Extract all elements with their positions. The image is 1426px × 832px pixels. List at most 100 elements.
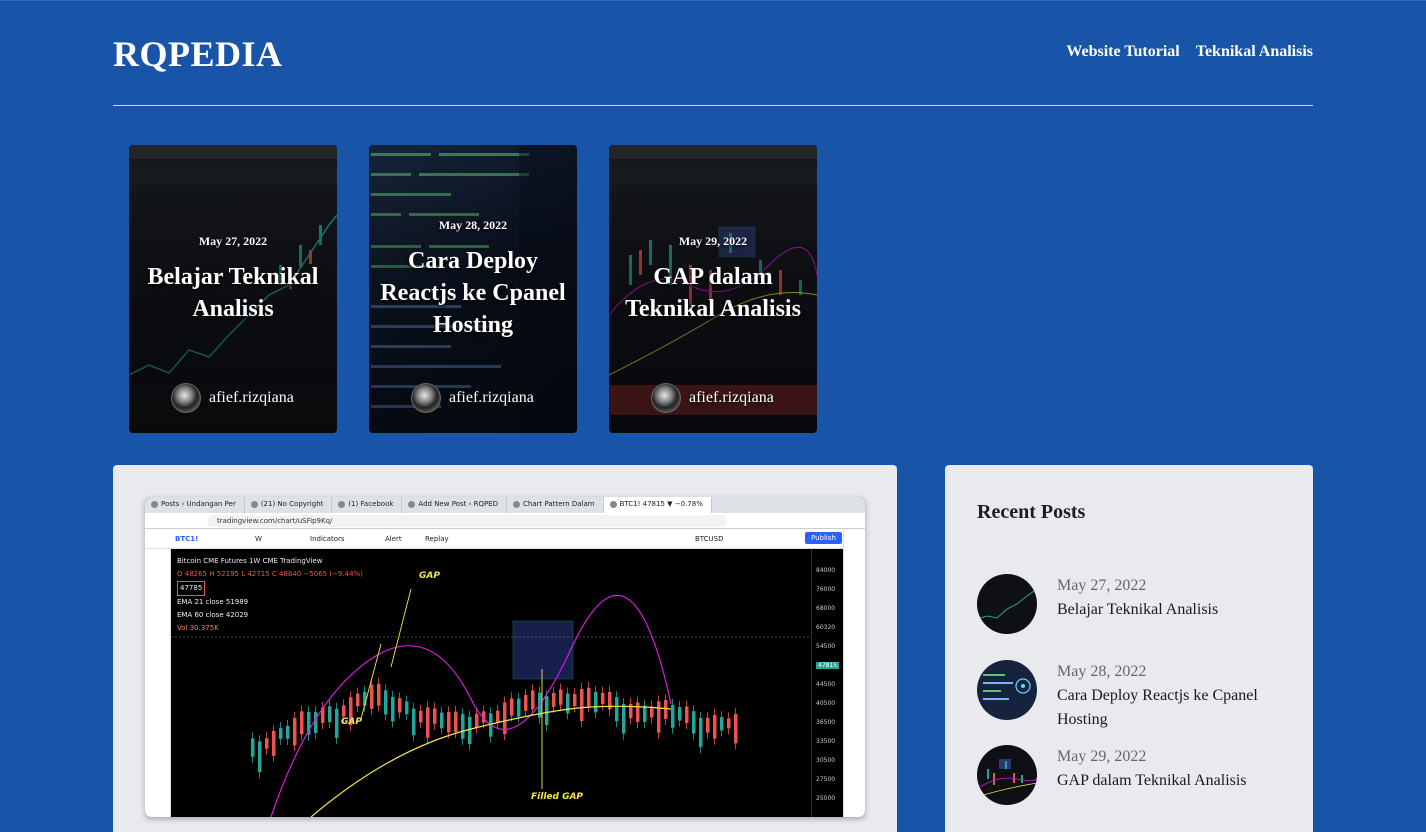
candle-body (265, 738, 269, 749)
avatar (651, 383, 681, 413)
candle-body (405, 701, 409, 715)
recent-post-title[interactable]: GAP dalam Teknikal Analisis (1057, 769, 1287, 793)
candle-body (524, 694, 528, 711)
card-date: May 27, 2022 (198, 234, 268, 248)
candle-body (734, 713, 738, 744)
price-axis-label: 60320 (816, 624, 836, 631)
candle-body (517, 698, 521, 717)
card-date: May 28, 2022 (438, 218, 508, 232)
filled-gap-annotation: Filled GAP (531, 792, 584, 802)
candle-body (251, 738, 255, 757)
candle-body (643, 705, 647, 723)
candle-body (426, 707, 430, 738)
interval-label: W (255, 535, 262, 543)
recent-post-title[interactable]: Belajar Teknikal Analisis (1057, 598, 1287, 622)
card-date: May 29, 2022 (678, 234, 748, 248)
ema21-label: EMA 21 close 51989 (177, 598, 249, 606)
gap-annotation: GAP (419, 571, 440, 581)
featured-card[interactable]: May 28, 2022 Cara Deploy Reactjs ke Cpan… (369, 145, 577, 433)
btcusd-label: BTCUSD (695, 535, 724, 543)
nav-teknikal-analisis[interactable]: Teknikal Analisis (1196, 43, 1313, 61)
browser-address-bar: tradingview.com/chart/uSFip9Kq/ (145, 513, 865, 529)
featured-card[interactable]: May 27, 2022 Belajar Teknikal Analisis a… (129, 145, 337, 433)
candle-body (664, 700, 668, 719)
price-axis-label: 40500 (816, 700, 836, 707)
candle-body (412, 708, 416, 736)
price-axis-label: 76000 (816, 586, 836, 593)
browser-tab-bar: Posts ‹ Undangan Per (21) No Copyright (… (145, 497, 865, 513)
recent-post-item[interactable]: May 27, 2022 Belajar Teknikal Analisis (977, 574, 1287, 634)
candle-body (447, 712, 451, 733)
candle-body (377, 683, 381, 706)
recent-post-thumbnail[interactable] (977, 574, 1037, 634)
recent-post-item[interactable]: May 29, 2022 GAP dalam Teknikal Analisis (977, 745, 1287, 805)
card-author[interactable]: afief.rizqiana (651, 383, 774, 413)
price-axis-label: 47815 (816, 662, 840, 669)
browser-tab: Chart Pattern Dalam (507, 497, 604, 513)
gap-annotation: GAP (341, 717, 362, 727)
candle-body (657, 701, 661, 733)
replay-label: Replay (425, 535, 449, 543)
price-axis-label: 54500 (816, 643, 836, 650)
price-chip: 47785 (177, 581, 206, 596)
candle-body (398, 698, 402, 713)
indicators-label: Indicators (310, 535, 345, 543)
candle-body (510, 698, 514, 716)
candle-body (286, 725, 290, 739)
avatar (411, 383, 441, 413)
candle-body (552, 692, 556, 707)
recent-post-thumbnail[interactable] (977, 660, 1037, 720)
candle-body (545, 696, 549, 726)
candle-body (573, 694, 577, 707)
candle-body (335, 708, 339, 738)
candle-body (461, 713, 465, 739)
candle-body (314, 712, 318, 734)
candle-body (300, 711, 304, 735)
candle-body (433, 708, 437, 724)
candle-body (601, 692, 605, 705)
candle-body (727, 718, 731, 729)
recent-posts-heading: Recent Posts (977, 501, 1086, 523)
gap-highlight-box (512, 620, 574, 680)
recent-post-date: May 28, 2022 (1057, 663, 1147, 680)
candle-body (678, 707, 682, 721)
featured-card[interactable]: May 29, 2022 GAP dalam Teknikal Analisis… (609, 145, 817, 433)
candle-body (713, 714, 717, 739)
recent-post-title[interactable]: Cara Deploy Reactjs ke Cpanel Hosting (1057, 684, 1287, 732)
candle-body (671, 704, 675, 728)
card-title[interactable]: Cara Deploy Reactjs ke Cpanel Hosting (379, 245, 567, 341)
card-content: May 29, 2022 GAP dalam Teknikal Analisis (609, 234, 817, 325)
candle-body (496, 710, 500, 723)
price-axis-label: 36500 (816, 719, 836, 726)
candle-body (622, 703, 626, 734)
candle-body (468, 716, 472, 745)
price-axis-label: 30500 (816, 757, 836, 764)
recent-post-item[interactable]: May 28, 2022 Cara Deploy Reactjs ke Cpan… (977, 660, 1287, 732)
card-author[interactable]: afief.rizqiana (411, 383, 534, 413)
card-title[interactable]: Belajar Teknikal Analisis (139, 261, 327, 325)
recent-post-date: May 29, 2022 (1057, 748, 1147, 765)
site-brand[interactable]: RQPEDIA (113, 33, 283, 75)
browser-tab: (21) No Copyright (245, 497, 333, 513)
candle-body (293, 718, 297, 746)
card-title[interactable]: GAP dalam Teknikal Analisis (619, 261, 807, 325)
author-name: afief.rizqiana (209, 389, 294, 406)
card-content: May 27, 2022 Belajar Teknikal Analisis (129, 234, 337, 325)
chart-legend: Bitcoin CME Futures 1W CME TradingView O… (177, 555, 363, 635)
nav-website-tutorial[interactable]: Website Tutorial (1066, 43, 1179, 61)
candle-body (454, 711, 458, 733)
candle-body (531, 690, 535, 710)
price-axis-label: 27500 (816, 776, 836, 783)
recent-post-text: May 29, 2022 GAP dalam Teknikal Analisis (1057, 745, 1287, 805)
price-axis-label: 68000 (816, 605, 836, 612)
recent-post-thumbnail[interactable] (977, 745, 1037, 805)
candle-body (636, 702, 640, 723)
candle-body (685, 706, 689, 723)
symbol-label: BTC1! (175, 535, 199, 543)
recent-post-text: May 28, 2022 Cara Deploy Reactjs ke Cpan… (1057, 660, 1287, 732)
browser-url: tradingview.com/chart/uSFip9Kq/ (207, 515, 727, 527)
site-header: RQPEDIA Website Tutorial Teknikal Analis… (113, 0, 1313, 106)
card-author[interactable]: afief.rizqiana (171, 383, 294, 413)
thumbnail-chart-image (977, 574, 1037, 634)
alert-label: Alert (385, 535, 402, 543)
